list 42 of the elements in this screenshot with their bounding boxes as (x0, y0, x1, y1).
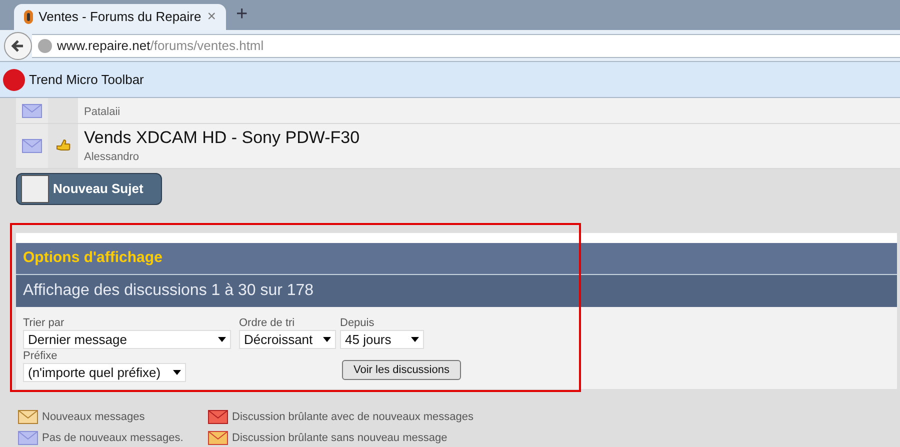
thread-title-link[interactable]: Vends XDCAM HD - Sony PDW-F30 (84, 127, 360, 148)
back-arrow-icon (11, 38, 25, 52)
caret-icon (411, 337, 419, 342)
new-topic-button[interactable]: Nouveau Sujet (16, 173, 162, 205)
envelope-icon (208, 430, 228, 445)
tab-close-button[interactable]: × (207, 6, 216, 28)
new-tab-button[interactable]: + (236, 4, 248, 24)
envelope-icon (18, 430, 38, 445)
field-label: Depuis (340, 317, 376, 330)
browser-tab[interactable]: Ventes - Forums du Repaire × (14, 4, 226, 30)
envelope-icon (18, 410, 38, 424)
legend-label: Pas de nouveaux messages. (42, 430, 184, 446)
view-discussions-button[interactable]: Voir les discussions (342, 360, 461, 380)
globe-icon (38, 38, 52, 52)
envelope-icon (22, 139, 42, 153)
caret-icon (218, 337, 226, 342)
trend-micro-logo-icon (3, 68, 25, 90)
toolbar-menu[interactable]: Trend Micro Toolbar (29, 70, 144, 90)
thread-author: Patalaii (84, 104, 120, 120)
caret-icon (323, 337, 331, 342)
dropdown-field[interactable]: 45 jours (340, 330, 424, 349)
field-label: Préfixe (23, 350, 58, 363)
envelope-icon (208, 410, 228, 424)
summary-text: Affichage des discussions 1 à 30 sur 178 (23, 281, 314, 301)
dropdown-field[interactable]: Dernier message (23, 330, 231, 349)
document-icon (21, 175, 49, 203)
dropdown-field[interactable]: Décroissant (239, 330, 336, 349)
legend-label: Discussion brûlante avec de nouveaux messages (232, 410, 474, 425)
tab-title: Ventes - Forums du Repaire (38, 8, 202, 26)
legend-label: Nouveaux messages (42, 410, 145, 425)
thread-author: Alessandro (84, 150, 140, 164)
address-field[interactable]: www.repaire.net/forums/ventes.html (32, 34, 900, 58)
field-label: Ordre de tri (239, 317, 296, 330)
dropdown-field[interactable]: (n'importe quel préfixe) (23, 363, 186, 382)
caret-icon (173, 370, 181, 375)
back-button[interactable] (4, 32, 32, 60)
panel-title: Options d'affichage (23, 248, 162, 268)
url-text: www.repaire.net/forums/ventes.html (57, 36, 264, 55)
field-label: Trier par (23, 317, 66, 330)
favicon-icon (24, 10, 33, 24)
legend-label: Discussion brûlante sans nouveau message (232, 430, 448, 446)
envelope-icon (22, 104, 42, 118)
